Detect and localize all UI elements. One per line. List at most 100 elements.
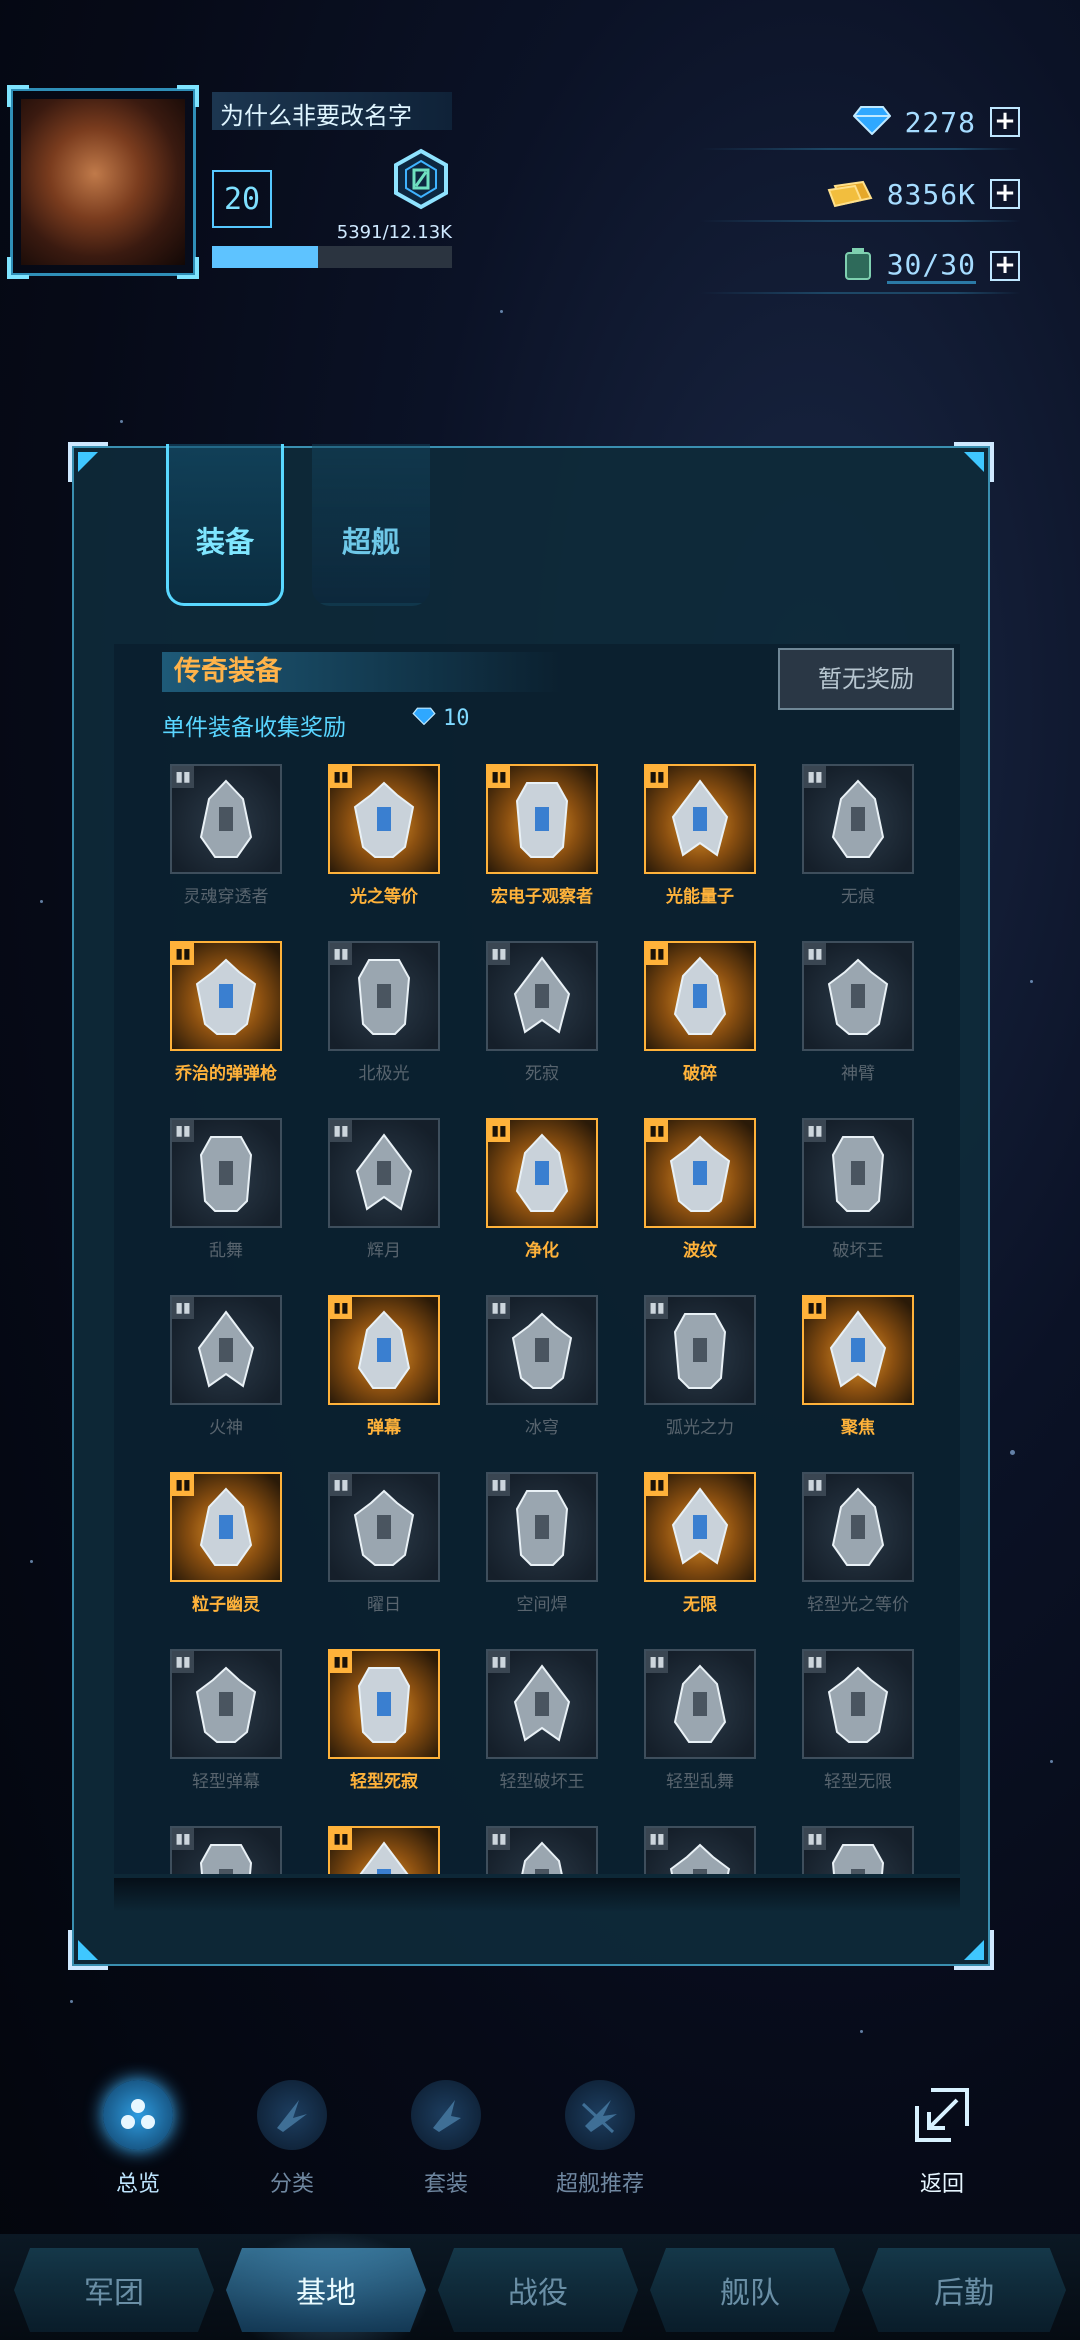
add-fuel-button[interactable]: +	[990, 251, 1020, 281]
equipment-item[interactable]: ▮▮ 乔治的弹弹枪	[170, 941, 282, 1084]
resource-gold: 8356K +	[700, 166, 1020, 222]
lock-icon: ▮▮	[488, 1120, 510, 1142]
equipment-tile[interactable]: ▮▮	[644, 1472, 756, 1582]
equipment-tile[interactable]: ▮▮	[644, 941, 756, 1051]
equipment-item[interactable]: ▮▮	[486, 1826, 598, 1874]
player-avatar[interactable]	[7, 85, 199, 279]
equipment-item[interactable]: ▮▮ 光能量子	[644, 764, 756, 907]
equipment-tile[interactable]: ▮▮	[486, 1118, 598, 1228]
equipment-tile[interactable]: ▮▮	[802, 1826, 914, 1874]
equipment-item[interactable]: ▮▮	[328, 1826, 440, 1874]
equipment-tile[interactable]: ▮▮	[486, 1826, 598, 1874]
equipment-tile[interactable]: ▮▮	[328, 1295, 440, 1405]
equipment-item[interactable]: ▮▮ 光之等价	[328, 764, 440, 907]
equipment-item[interactable]: ▮▮ 粒子幽灵	[170, 1472, 282, 1615]
equipment-item[interactable]: ▮▮	[802, 1826, 914, 1874]
equipment-tile[interactable]: ▮▮	[328, 1826, 440, 1874]
back-button[interactable]: 返回	[872, 2080, 1012, 2198]
equipment-item[interactable]: ▮▮ 破碎	[644, 941, 756, 1084]
equipment-item[interactable]: ▮▮ 轻型光之等价	[802, 1472, 914, 1615]
lock-icon: ▮▮	[646, 943, 668, 965]
nav-base[interactable]: 基地	[226, 2248, 426, 2332]
equipment-item[interactable]: ▮▮ 破坏王	[802, 1118, 914, 1261]
equipment-item[interactable]: ▮▮ 火神	[170, 1295, 282, 1438]
equipment-name: 轻型乱舞	[666, 1772, 734, 1792]
equipment-tile[interactable]: ▮▮	[328, 941, 440, 1051]
tab-super-ship[interactable]: 超舰	[312, 444, 430, 606]
equipment-item[interactable]: ▮▮ 宏电子观察者	[486, 764, 598, 907]
equipment-item[interactable]: ▮▮ 弧光之力	[644, 1295, 756, 1438]
nav-legion[interactable]: 军团	[14, 2248, 214, 2332]
equipment-item[interactable]: ▮▮ 灵魂穿透者	[170, 764, 282, 907]
equipment-name: 曜日	[367, 1595, 401, 1615]
equipment-tile[interactable]: ▮▮	[644, 1118, 756, 1228]
equipment-tile[interactable]: ▮▮	[802, 1295, 914, 1405]
equipment-tile[interactable]: ▮▮	[170, 941, 282, 1051]
equipment-tile[interactable]: ▮▮	[328, 1649, 440, 1759]
add-gold-button[interactable]: +	[990, 179, 1020, 209]
no-reward-button[interactable]: 暂无奖励	[778, 648, 954, 710]
equipment-item[interactable]: ▮▮ 死寂	[486, 941, 598, 1084]
equipment-item[interactable]: ▮▮ 冰穹	[486, 1295, 598, 1438]
equipment-item[interactable]: ▮▮ 轻型破坏王	[486, 1649, 598, 1792]
equipment-tile[interactable]: ▮▮	[802, 941, 914, 1051]
equipment-item[interactable]: ▮▮ 弹幕	[328, 1295, 440, 1438]
equipment-tile[interactable]: ▮▮	[486, 1295, 598, 1405]
equipment-item[interactable]: ▮▮ 轻型无限	[802, 1649, 914, 1792]
player-name-bar[interactable]: 为什么非要改名字	[212, 92, 452, 130]
equipment-tile[interactable]: ▮▮	[644, 1649, 756, 1759]
equipment-item[interactable]: ▮▮	[644, 1826, 756, 1874]
equipment-item[interactable]: ▮▮ 无限	[644, 1472, 756, 1615]
equipment-tile[interactable]: ▮▮	[328, 1118, 440, 1228]
action-overview[interactable]: 总览	[68, 2080, 208, 2198]
legendary-equipment-list[interactable]: 传奇装备 暂无奖励 单件装备收集奖励 10 ▮▮ 灵魂穿透者 ▮▮ 光之等价 ▮▮ 宏电子…	[114, 644, 960, 1874]
equipment-name: 灵魂穿透者	[183, 887, 269, 907]
equipment-item[interactable]: ▮▮ 乱舞	[170, 1118, 282, 1261]
equipment-tile[interactable]: ▮▮	[486, 1472, 598, 1582]
equipment-tile[interactable]: ▮▮	[486, 1649, 598, 1759]
equipment-tile[interactable]: ▮▮	[644, 1826, 756, 1874]
equipment-item[interactable]: ▮▮ 辉月	[328, 1118, 440, 1261]
equipment-tile[interactable]: ▮▮	[170, 1649, 282, 1759]
action-category[interactable]: 分类	[222, 2080, 362, 2198]
equipment-item[interactable]: ▮▮ 空间焊	[486, 1472, 598, 1615]
equipment-item[interactable]: ▮▮	[170, 1826, 282, 1874]
equipment-name: 波纹	[683, 1241, 717, 1261]
equipment-item[interactable]: ▮▮ 北极光	[328, 941, 440, 1084]
equipment-item[interactable]: ▮▮ 轻型乱舞	[644, 1649, 756, 1792]
equipment-tile[interactable]: ▮▮	[328, 764, 440, 874]
equipment-name: 弹幕	[367, 1418, 401, 1438]
equipment-tile[interactable]: ▮▮	[170, 764, 282, 874]
hexagon-rank-icon[interactable]	[390, 148, 452, 210]
equipment-item[interactable]: ▮▮ 净化	[486, 1118, 598, 1261]
tab-equipment[interactable]: 装备	[166, 444, 284, 606]
equipment-tile[interactable]: ▮▮	[802, 764, 914, 874]
action-super-ship-recommend[interactable]: 超舰推荐	[530, 2080, 670, 2198]
action-set[interactable]: 套装	[376, 2080, 516, 2198]
equipment-item[interactable]: ▮▮ 神臂	[802, 941, 914, 1084]
equipment-tile[interactable]: ▮▮	[170, 1118, 282, 1228]
equipment-item[interactable]: ▮▮ 聚焦	[802, 1295, 914, 1438]
lock-icon: ▮▮	[172, 1828, 194, 1850]
nav-fleet[interactable]: 舰队	[650, 2248, 850, 2332]
equipment-item[interactable]: ▮▮ 波纹	[644, 1118, 756, 1261]
nav-logistics[interactable]: 后勤	[862, 2248, 1066, 2332]
equipment-tile[interactable]: ▮▮	[802, 1472, 914, 1582]
equipment-item[interactable]: ▮▮ 无痕	[802, 764, 914, 907]
equipment-tile[interactable]: ▮▮	[644, 764, 756, 874]
nav-campaign[interactable]: 战役	[438, 2248, 638, 2332]
ship-part-icon	[199, 1844, 253, 1874]
equipment-tile[interactable]: ▮▮	[802, 1118, 914, 1228]
equipment-tile[interactable]: ▮▮	[486, 764, 598, 874]
equipment-item[interactable]: ▮▮ 轻型死寂	[328, 1649, 440, 1792]
equipment-item[interactable]: ▮▮ 轻型弹幕	[170, 1649, 282, 1792]
equipment-tile[interactable]: ▮▮	[802, 1649, 914, 1759]
equipment-tile[interactable]: ▮▮	[170, 1295, 282, 1405]
equipment-tile[interactable]: ▮▮	[644, 1295, 756, 1405]
equipment-tile[interactable]: ▮▮	[170, 1826, 282, 1874]
add-diamonds-button[interactable]: +	[990, 107, 1020, 137]
equipment-tile[interactable]: ▮▮	[486, 941, 598, 1051]
equipment-item[interactable]: ▮▮ 曜日	[328, 1472, 440, 1615]
equipment-tile[interactable]: ▮▮	[328, 1472, 440, 1582]
equipment-tile[interactable]: ▮▮	[170, 1472, 282, 1582]
